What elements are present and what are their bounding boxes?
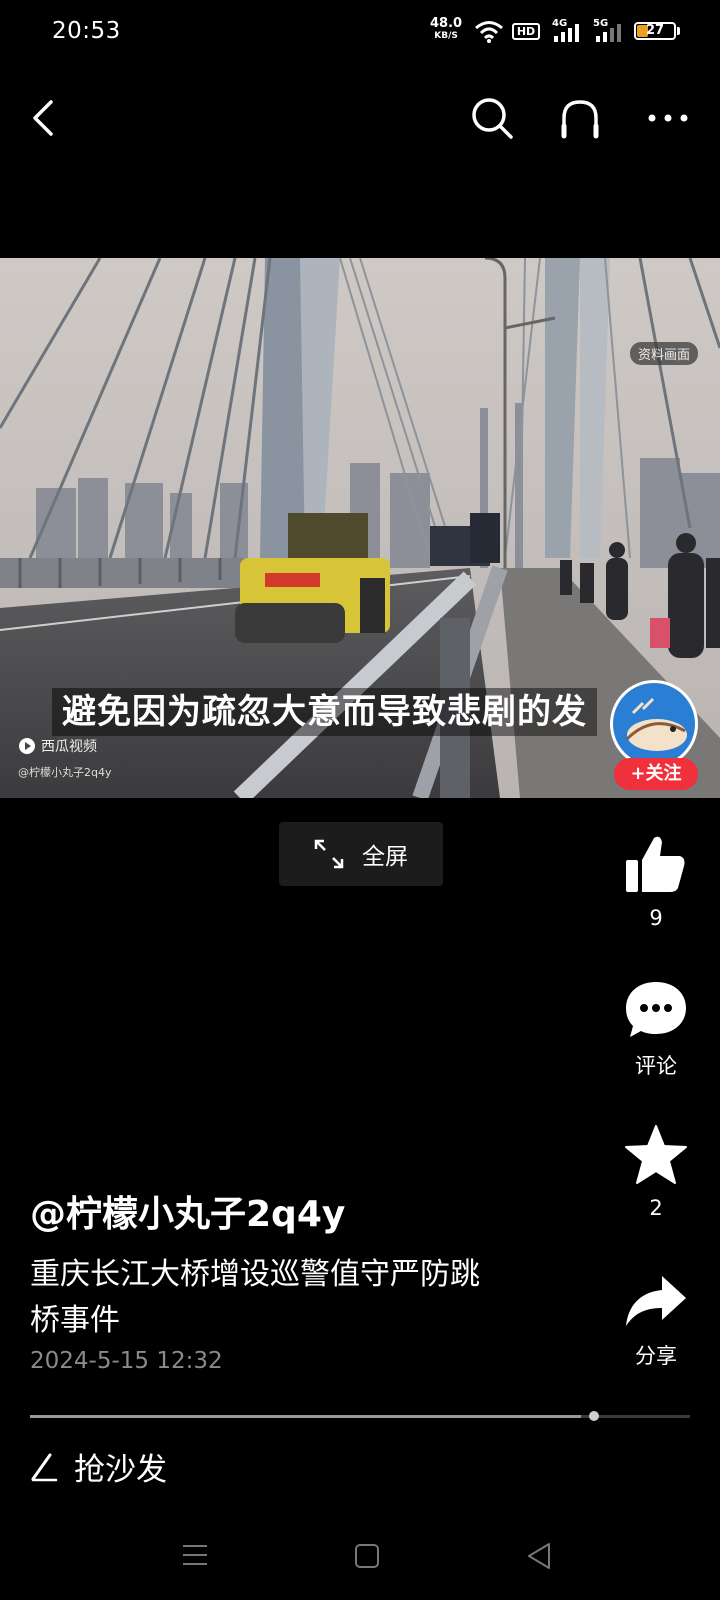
- fullscreen-button[interactable]: 全屏: [279, 822, 443, 886]
- more-button[interactable]: [640, 90, 696, 146]
- wifi-icon: [475, 21, 503, 43]
- home-icon[interactable]: [354, 1543, 380, 1569]
- listen-button[interactable]: [552, 90, 608, 146]
- progress-handle[interactable]: [589, 1411, 599, 1421]
- network-speed-unit: KB/S: [434, 31, 458, 41]
- favorite-count: 2: [649, 1196, 663, 1220]
- status-time: 20:53: [52, 18, 121, 44]
- comment-button[interactable]: 评论: [618, 980, 694, 1080]
- progress-fill: [30, 1415, 582, 1418]
- headphones-icon: [561, 100, 599, 139]
- comment-label: 评论: [635, 1054, 677, 1078]
- expand-icon: [314, 839, 344, 869]
- network-speed: 48.0 KB/S: [430, 16, 463, 42]
- like-count: 9: [649, 906, 663, 930]
- video-subtitle: 避免因为疏忽大意而导致悲剧的发: [52, 688, 597, 736]
- search-icon: [472, 98, 513, 139]
- signal-icon-2: [596, 24, 621, 42]
- back-button[interactable]: [16, 90, 72, 146]
- more-horizontal-icon: [648, 114, 688, 122]
- pencil-icon: [31, 1453, 58, 1481]
- author-name[interactable]: @柠檬小丸子2q4y: [30, 1185, 345, 1237]
- thumbs-up-icon: [626, 836, 685, 892]
- like-button[interactable]: 9: [618, 832, 694, 930]
- favorite-button[interactable]: 2: [618, 1124, 694, 1220]
- battery-tip: [677, 27, 680, 35]
- comment-input[interactable]: 抢沙发: [30, 1444, 167, 1489]
- watermark-user: @柠檬小丸子2q4y: [18, 766, 112, 779]
- avatar-image: [613, 683, 695, 765]
- system-navigation-bar: [0, 1520, 720, 1600]
- star-icon: [625, 1125, 687, 1184]
- share-arrow-icon: [626, 1276, 686, 1326]
- author-avatar[interactable]: [610, 680, 698, 768]
- watermark-brand-text: 西瓜视频: [41, 739, 97, 755]
- hd-voice-icon: HD: [512, 23, 540, 40]
- xigua-logo-icon: [19, 738, 35, 754]
- share-label: 分享: [635, 1344, 677, 1368]
- status-bar: 20:53 48.0 KB/S HD 4G 5G 27: [0, 0, 720, 64]
- chevron-left-icon: [33, 100, 53, 136]
- comment-bubble-icon: [626, 982, 686, 1037]
- watermark-brand: 西瓜视频: [18, 736, 97, 756]
- description-line-1: 重庆长江大桥增设巡警值守严防跳: [30, 1257, 480, 1292]
- description-line-2: 桥事件: [30, 1303, 120, 1338]
- publish-date: 2024-5-15 12:32: [30, 1348, 223, 1374]
- archive-footage-tag: 资料画面: [630, 342, 699, 365]
- share-button[interactable]: 分享: [618, 1272, 694, 1370]
- battery-icon: 27: [634, 22, 676, 40]
- search-button[interactable]: [464, 90, 520, 146]
- back-triangle-icon[interactable]: [526, 1542, 552, 1570]
- video-description: 重庆长江大桥增设巡警值守严防跳 桥事件: [30, 1252, 590, 1344]
- signal-icon-1: [554, 24, 579, 42]
- menu-icon[interactable]: [182, 1544, 208, 1566]
- network-speed-value: 48.0: [430, 16, 463, 31]
- battery-level: 27: [645, 23, 665, 38]
- follow-button[interactable]: +关注: [614, 758, 698, 790]
- comment-placeholder: 抢沙发: [74, 1452, 167, 1488]
- fullscreen-label: 全屏: [362, 844, 408, 870]
